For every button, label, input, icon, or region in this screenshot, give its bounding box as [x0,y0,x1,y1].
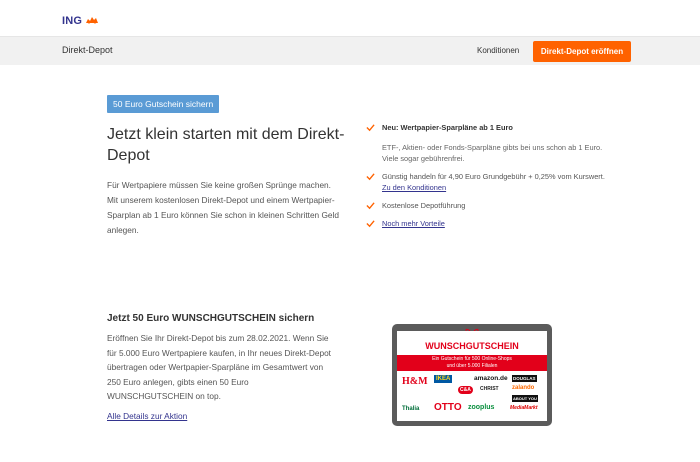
brand-logo: OTTO [434,402,462,413]
benefit-text: ETF-, Aktien- oder Fonds-Sparpläne gibts… [382,143,603,163]
open-depot-button[interactable]: Direkt-Depot eröffnen [533,41,631,62]
check-icon [366,220,375,228]
check-icon [366,202,375,210]
brand-logos: H&M IKEA amazon.de DOUGLAS CHRIST C&A za… [400,374,544,416]
brand-logo: amazon.de [474,375,508,382]
top-bar: ING [0,0,700,37]
lion-icon [85,12,99,30]
voucher-badge: 50 Euro Gutschein sichern [107,95,220,113]
ing-logo[interactable]: ING [62,12,99,30]
benefits-list: Neu: Wertpapier-Sparpläne ab 1 Euro ETF-… [366,122,606,236]
voucher-band-line2: und über 5.000 Filialen [446,363,498,369]
brand-logo: MediaMarkt [510,405,538,411]
brand-logo: DOUGLAS [512,375,537,382]
voucher-card: WUNSCHGUTSCHEIN Ein Gutschein für 500 On… [392,324,552,426]
benefit-item: Noch mehr Vorteile [366,218,606,229]
brand-logo: IKEA [434,375,453,383]
brand-logo: ABOUT YOU [512,395,538,402]
conditions-link[interactable]: Konditionen [477,46,519,55]
brand-logo: zalando [512,385,535,391]
more-benefits-link[interactable]: Noch mehr Vorteile [382,219,445,228]
logo-text: ING [62,15,83,27]
benefit-item: Günstig handeln für 4,90 Euro Grundgebüh… [366,171,606,193]
subnav-title[interactable]: Direkt-Depot [62,45,113,55]
benefit-item: Kostenlose Depotführung [366,200,606,211]
check-icon [366,173,375,181]
benefit-text: Günstig handeln für 4,90 Euro Grundgebüh… [382,172,605,181]
brand-logo: CHRIST [480,386,499,392]
promo-details-link[interactable]: Alle Details zur Aktion [107,411,187,421]
brand-logo: zooplus [468,404,495,411]
conditions-inline-link[interactable]: Zu den Konditionen [382,183,446,192]
intro-text: Für Wertpapiere müssen Sie keine großen … [107,180,340,235]
benefit-text: Kostenlose Depotführung [382,201,466,210]
voucher-band: Ein Gutschein für 500 Online-Shops und ü… [397,355,547,371]
promo-text: Eröffnen Sie Ihr Direkt-Depot bis zum 28… [107,333,331,401]
voucher-band-line1: Ein Gutschein für 500 Online-Shops [432,356,512,362]
benefit-title: Neu: Wertpapier-Sparpläne ab 1 Euro [382,123,513,132]
brand-logo: C&A [458,386,473,394]
check-icon [366,124,375,132]
brand-logo: Thalia [402,406,420,412]
promo-title: Jetzt 50 Euro WUNSCHGUTSCHEIN sichern [107,313,315,324]
voucher-face: WUNSCHGUTSCHEIN Ein Gutschein für 500 On… [397,331,547,421]
page-title: Jetzt klein starten mit dem Direkt-Depot [107,126,345,164]
brand-logo: H&M [402,376,428,387]
voucher-heading: WUNSCHGUTSCHEIN [425,341,519,351]
benefit-item: Neu: Wertpapier-Sparpläne ab 1 Euro ETF-… [366,122,606,164]
